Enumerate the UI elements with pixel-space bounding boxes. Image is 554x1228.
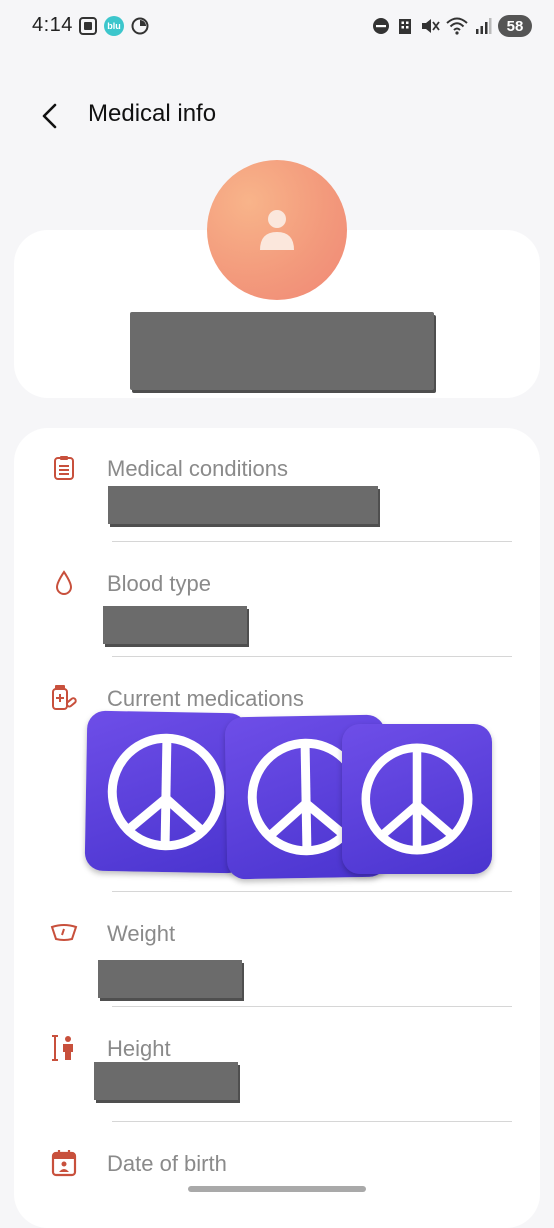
back-arrow-icon	[42, 103, 57, 129]
row-label: Current medications	[107, 686, 304, 711]
value-redacted	[103, 606, 247, 644]
do-not-disturb-icon	[373, 18, 389, 34]
calendar-icon	[50, 1149, 78, 1177]
wifi-icon	[446, 17, 468, 35]
row-height[interactable]: Height	[14, 1008, 540, 1123]
person-icon	[260, 210, 294, 250]
data-saver-icon	[131, 17, 149, 35]
screenshot-icon	[79, 17, 97, 35]
medication-icon	[50, 684, 78, 712]
divider	[112, 541, 512, 542]
peace-sign-icon	[84, 710, 248, 874]
row-label: Medical conditions	[107, 456, 288, 481]
scale-icon	[50, 919, 78, 947]
clipboard-icon	[50, 454, 78, 482]
status-right-icons: 58	[372, 15, 532, 37]
value-redacted	[98, 960, 242, 998]
battery-indicator: 58	[498, 15, 532, 37]
peace-sign-icon	[342, 724, 492, 874]
signal-icon	[476, 18, 492, 34]
status-time: 4:14	[32, 14, 73, 36]
value-redacted	[108, 486, 378, 524]
row-label: Weight	[107, 921, 176, 946]
row-label: Date of birth	[107, 1151, 227, 1176]
home-indicator[interactable]	[188, 1186, 366, 1192]
building-icon	[399, 19, 411, 34]
height-icon	[50, 1034, 78, 1062]
droplet-icon	[50, 569, 78, 597]
back-button[interactable]	[30, 96, 70, 136]
name-redacted	[130, 312, 434, 390]
value-redacted	[94, 1062, 238, 1100]
row-label: Height	[107, 1036, 171, 1061]
avatar[interactable]	[207, 160, 347, 300]
mute-icon	[422, 19, 440, 33]
status-left-icons: blu	[78, 16, 150, 36]
divider	[112, 891, 512, 892]
blu-app-icon: blu	[104, 16, 124, 36]
divider	[112, 1121, 512, 1122]
row-date-of-birth[interactable]: Date of birth	[14, 1123, 540, 1223]
row-weight[interactable]: Weight	[14, 893, 540, 1008]
row-label: Blood type	[107, 571, 211, 596]
page-title: Medical info	[88, 100, 217, 127]
row-blood-type[interactable]: Blood type	[14, 543, 540, 658]
divider	[112, 1006, 512, 1007]
row-medical-conditions[interactable]: Medical conditions	[14, 428, 540, 543]
app-bar: Medical info	[0, 88, 554, 144]
divider	[112, 656, 512, 657]
status-bar: 4:14 blu 58	[0, 0, 554, 56]
